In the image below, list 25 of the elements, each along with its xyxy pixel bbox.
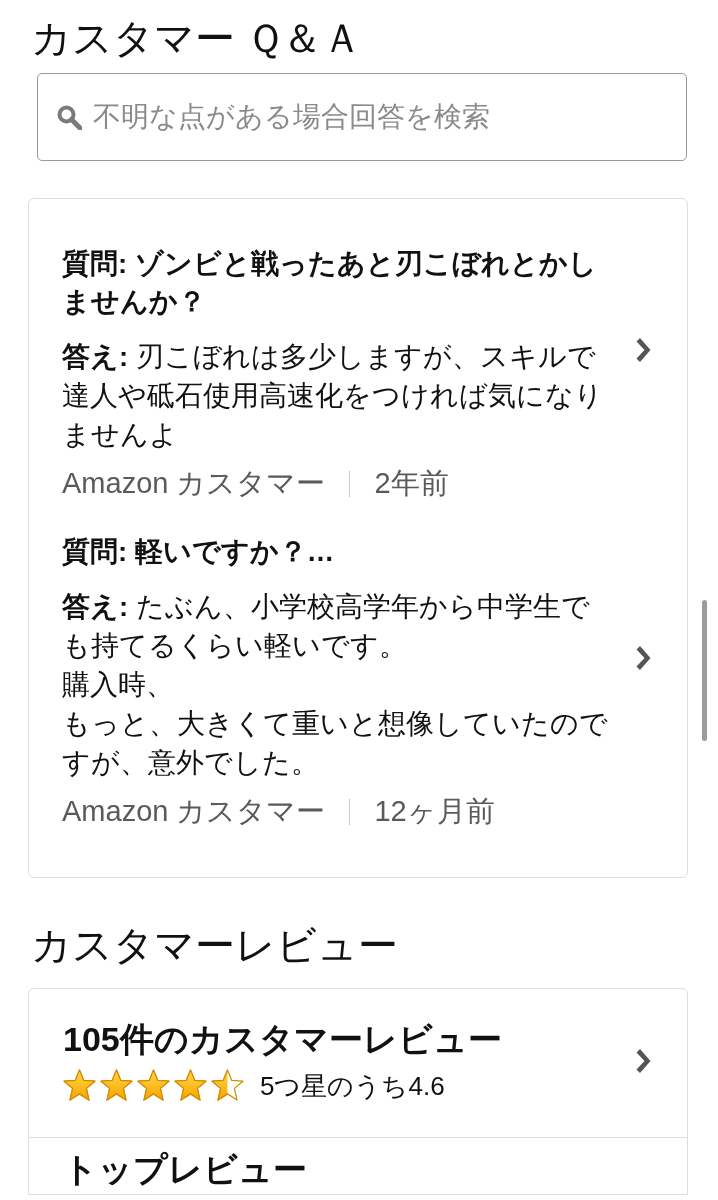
answer-date: 12ヶ月前 xyxy=(374,794,495,829)
question-text: 質問: 軽いですか？… xyxy=(62,535,336,569)
chevron-right-icon xyxy=(636,645,651,670)
answer-text: もっと、大きくて重いと想像していたのですが、意外でした。 xyxy=(62,707,609,780)
star-icon xyxy=(63,1069,96,1102)
chevron-right-icon xyxy=(636,1048,651,1073)
search-icon xyxy=(57,105,82,130)
author-name: Amazon カスタマー xyxy=(62,794,326,829)
question-text: 質問: ゾンビと戦ったあと刃こぼれとかしませんか？ xyxy=(62,247,598,319)
chevron-right-icon xyxy=(636,337,651,362)
section-link-title[interactable]: トップレビュー xyxy=(63,1150,307,1188)
rating-text: 5つ星のうち4.6 xyxy=(260,1069,445,1102)
section-title: カスタマー Ｑ＆Ａ xyxy=(31,15,363,62)
answer-text: 答え: 刃こぼれは多少しますが、スキルで達人や砥石使用高速化をつければ気になりませんよ xyxy=(62,340,604,452)
author-name: Amazon カスタマー xyxy=(62,466,326,501)
review-count-title: 105件のカスタマーレビュー xyxy=(63,1019,502,1059)
star-icon xyxy=(211,1069,244,1102)
section-title: カスタマーレビュー xyxy=(31,922,398,969)
star-icon xyxy=(137,1069,170,1102)
answer-date: 2年前 xyxy=(374,466,449,501)
answer-text: 答え: たぶん、小学校高学年から中学生でも持てるくらい軽いです。 xyxy=(62,590,591,663)
star-icon xyxy=(100,1069,133,1102)
star-icon xyxy=(174,1069,207,1102)
answer-text: 購入時、 xyxy=(62,668,175,702)
search-field[interactable]: 不明な点がある場合回答を検索 xyxy=(37,73,687,161)
